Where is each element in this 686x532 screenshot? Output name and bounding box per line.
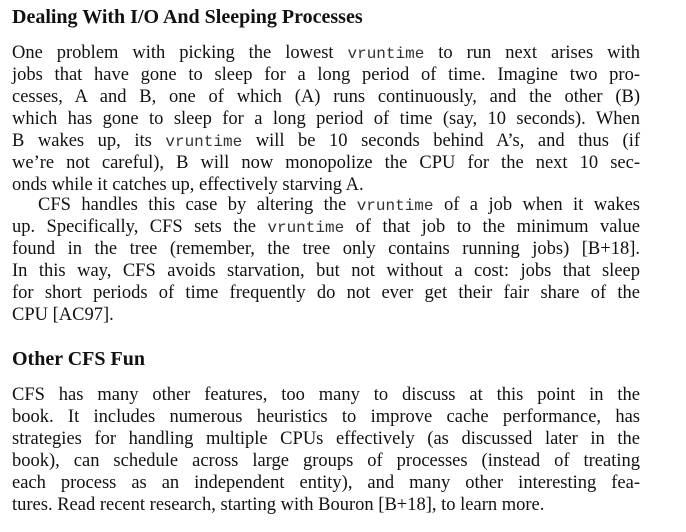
text-line: onds while it catches up, effectively st… (12, 174, 640, 196)
text-line: which has gone to sleep for a long perio… (12, 108, 640, 130)
text-line: found in the tree (remember, the tree on… (12, 238, 640, 260)
text-segment: tures. Read recent research, starting wi… (12, 495, 545, 515)
code-term: vruntime (267, 219, 345, 237)
text-line: up. Specifically, CFS sets the vruntime … (12, 216, 640, 238)
text-segment: B wakes up, its (12, 131, 166, 151)
text-segment: will be 10 seconds behind A’s, and thus … (242, 131, 640, 151)
paragraph-vruntime-problem: One problem with picking the lowest vrun… (12, 42, 640, 196)
paragraph-cfs-handling: CFS handles this case by altering the vr… (12, 194, 640, 326)
text-segment: of that job to the minimum value (344, 217, 641, 237)
text-segment: strategies for handling multiple CPUs ef… (12, 429, 640, 449)
text-line: cesses, A and B, one of which (A) runs c… (12, 86, 640, 108)
section-heading-io-sleeping: Dealing With I/O And Sleeping Processes (12, 6, 363, 28)
text-line: CFS handles this case by altering the vr… (12, 194, 640, 216)
text-segment: each process as an independent entity), … (12, 473, 640, 493)
text-segment: book. It includes numerous heuristics to… (12, 407, 640, 427)
text-segment: book), can schedule across large groups … (12, 451, 640, 471)
text-segment: jobs that have gone to sleep for a long … (12, 65, 640, 85)
code-term: vruntime (347, 45, 425, 63)
text-line: One problem with picking the lowest vrun… (12, 42, 640, 64)
text-line: each process as an independent entity), … (12, 472, 640, 494)
section-heading-other-cfs-fun: Other CFS Fun (12, 348, 145, 370)
text-line: tures. Read recent research, starting wi… (12, 494, 640, 516)
text-segment: cesses, A and B, one of which (A) runs c… (12, 87, 640, 107)
text-segment: up. Specifically, CFS sets the (12, 217, 268, 237)
text-segment: of a job when it wakes (433, 195, 640, 215)
text-line: B wakes up, its vruntime will be 10 seco… (12, 130, 640, 152)
text-segment: CFS handles this case by altering the (38, 195, 357, 215)
text-line: for short periods of time frequently do … (12, 282, 640, 304)
text-segment: to run next arises with (424, 43, 640, 63)
text-line: book. It includes numerous heuristics to… (12, 406, 640, 428)
code-term: vruntime (356, 197, 434, 215)
text-line: book), can schedule across large groups … (12, 450, 640, 472)
text-line: CPU [AC97]. (12, 304, 640, 326)
text-segment: In this way, CFS avoids starvation, but … (12, 261, 640, 281)
paragraph-other-features: CFS has many other features, too many to… (12, 384, 640, 516)
text-line: In this way, CFS avoids starvation, but … (12, 260, 640, 282)
code-term: vruntime (165, 133, 243, 151)
text-segment: One problem with picking the lowest (12, 43, 348, 63)
text-segment: we’re not careful), B will now monopoliz… (12, 153, 640, 173)
text-line: jobs that have gone to sleep for a long … (12, 64, 640, 86)
text-segment: onds while it catches up, effectively st… (12, 175, 364, 195)
text-segment: found in the tree (remember, the tree on… (12, 239, 640, 259)
text-line: CFS has many other features, too many to… (12, 384, 640, 406)
text-segment: which has gone to sleep for a long perio… (12, 109, 640, 129)
text-segment: CFS has many other features, too many to… (12, 385, 640, 405)
text-line: strategies for handling multiple CPUs ef… (12, 428, 640, 450)
text-line: we’re not careful), B will now monopoliz… (12, 152, 640, 174)
text-segment: for short periods of time frequently do … (12, 283, 640, 303)
text-segment: CPU [AC97]. (12, 305, 114, 325)
